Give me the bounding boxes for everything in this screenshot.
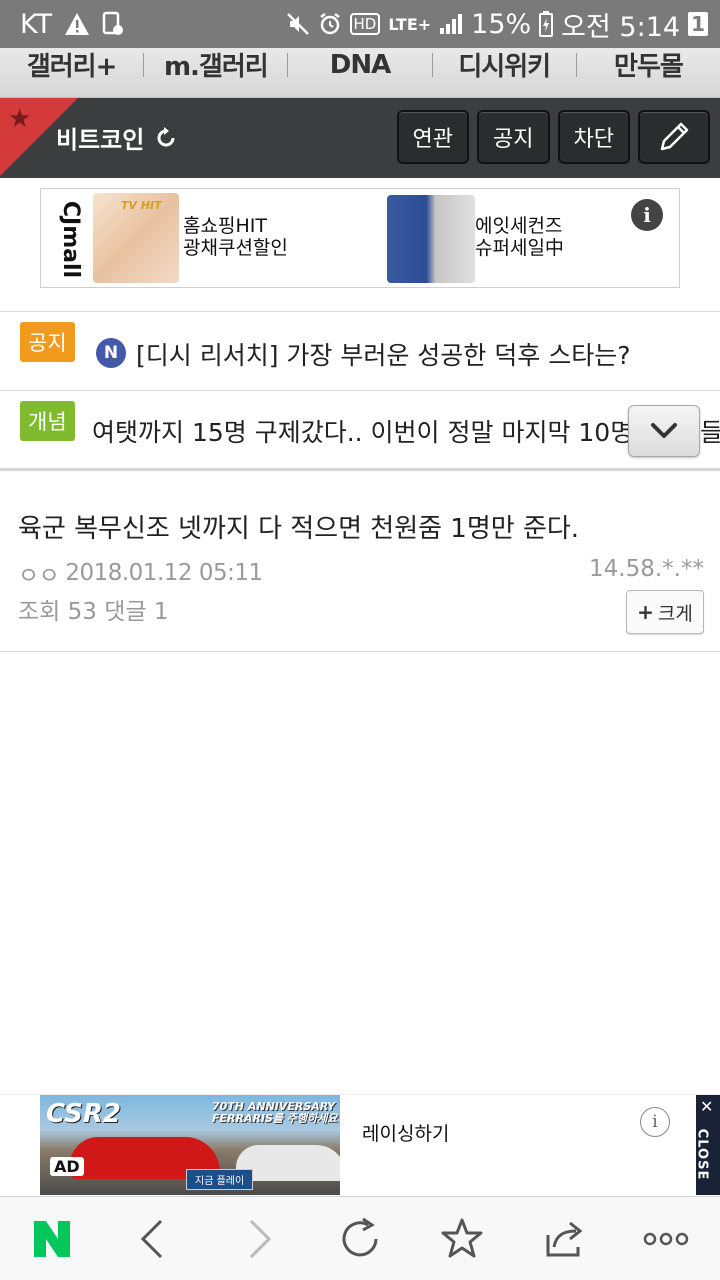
ad-info-icon[interactable]: i (631, 199, 663, 231)
forward-button[interactable] (236, 1215, 284, 1263)
notice-row[interactable]: 공지 N [디시 리서치] 가장 부러운 성공한 덕후 스타는? (0, 311, 720, 391)
nav-m-gallery[interactable]: m.갤러리 (144, 46, 287, 83)
ad-item2-text: 에잇세컨즈 슈퍼세일中 (475, 215, 564, 259)
signal-icon (439, 13, 463, 35)
block-button[interactable]: 차단 (557, 110, 630, 164)
ad-cta-text[interactable]: 레이싱하기 (362, 1119, 449, 1146)
promo-text: 70TH ANNIVERSARY FERRARIS를 주행하세요 (212, 1100, 338, 1125)
post-ip: 14.58.*.** (589, 556, 704, 582)
gallery-nav: 갤러리+ m.갤러리 DNA 디시위키 만두몰 (0, 48, 720, 98)
concept-tag: 개념 (20, 401, 75, 441)
star-outline-icon (441, 1218, 483, 1258)
network-type-label: LTE+ (388, 14, 432, 34)
gallery-actions: 연관 공지 차단 (396, 110, 710, 164)
hd-voice-icon: HD (349, 13, 381, 35)
post-meta: ㅇㅇ 2018.01.12 05:11 (18, 556, 263, 590)
zoom-label: 크게 (657, 602, 693, 625)
reload-icon (342, 1217, 378, 1257)
notice-text: [디시 리서치] 가장 부러운 성공한 덕후 스타는? (136, 341, 631, 370)
gallery-header: ★ 비트코인 연관 공지 차단 (0, 98, 720, 178)
notice-tag: 공지 (20, 322, 75, 362)
battery-icon (539, 11, 554, 37)
ad-mark: AD (50, 1157, 84, 1176)
play-now-button[interactable]: 지금 플레이 (186, 1169, 254, 1190)
naver-home-button[interactable] (28, 1215, 76, 1263)
zoom-button[interactable]: + 크게 (626, 590, 704, 634)
status-bar: KT HD LTE+ 15% 오전 5:14 1 (0, 0, 720, 48)
tv-hit-badge: TV HIT (121, 199, 162, 212)
clock: 오전 5:14 (561, 11, 681, 43)
concept-row[interactable]: 개념 여탯까지 15명 구제갔다.. 이번이 정말 마지막 10명이 들 (0, 391, 720, 471)
chevron-right-icon (249, 1219, 272, 1259)
plus-icon: + (637, 600, 654, 624)
related-button[interactable]: 연관 (396, 110, 470, 164)
game-ad-image: CSR2 70TH ANNIVERSARY FERRARIS를 주행하세요 AD… (40, 1095, 340, 1195)
concept-text-overflow: 들 (700, 413, 720, 449)
naver-logo-icon (34, 1221, 70, 1257)
gallery-title[interactable]: 비트코인 (56, 120, 178, 155)
warning-icon (64, 12, 90, 36)
nav-dna[interactable]: DNA (288, 50, 431, 80)
close-label: CLOSE (694, 1128, 710, 1181)
post-author[interactable]: ㅇㅇ (18, 556, 60, 590)
pencil-icon (660, 122, 689, 151)
ad-image-fashion (387, 195, 475, 283)
notice-button[interactable]: 공지 (477, 110, 550, 164)
star-icon[interactable]: ★ (8, 104, 31, 134)
ad-info-icon[interactable]: i (640, 1107, 670, 1137)
chevron-left-icon (140, 1219, 163, 1259)
nav-dcwiki[interactable]: 디시위키 (433, 46, 576, 83)
screenshot-icon (102, 11, 124, 37)
more-menu-button[interactable] (642, 1215, 690, 1263)
write-button[interactable] (638, 110, 710, 164)
close-icon: ✕ (700, 1097, 714, 1116)
bottom-ad-banner[interactable]: CSR2 70TH ANNIVERSARY FERRARIS를 주행하세요 AD… (0, 1094, 720, 1196)
post-stats: 조회 53 댓글 1 (18, 599, 169, 625)
cjmall-logo: CJmall (58, 200, 84, 278)
mute-icon (286, 12, 310, 36)
refresh-icon[interactable] (154, 126, 178, 150)
nav-gallery-plus[interactable]: 갤러리+ (0, 46, 143, 83)
ad-item1-text: 홈쇼핑HIT 광채쿠션할인 (183, 215, 288, 259)
share-button[interactable] (540, 1215, 588, 1263)
more-icon (643, 1232, 689, 1246)
nav-mandumall[interactable]: 만두몰 (577, 46, 720, 83)
post-header: 육군 복무신조 넷까지 다 적으면 천원줌 1명만 준다. ㅇㅇ 2018.01… (0, 474, 720, 652)
notification-count: 1 (688, 12, 708, 36)
reload-button[interactable] (336, 1215, 384, 1263)
post-title: 육군 복무신조 넷까지 다 적으면 천원줌 1명만 준다. (18, 514, 580, 544)
csr2-logo: CSR2 (46, 1099, 121, 1129)
gallery-title-label: 비트코인 (56, 126, 145, 154)
new-badge: N (96, 338, 126, 368)
expand-button[interactable] (628, 405, 700, 457)
ad-close-button[interactable]: ✕ CLOSE (694, 1095, 720, 1195)
chevron-down-icon (651, 423, 677, 438)
concept-text: 여탯까지 15명 구제갔다.. 이번이 정말 마지막 10명이 (92, 418, 657, 447)
battery-percent: 15% (471, 8, 532, 40)
bookmark-button[interactable] (438, 1215, 486, 1263)
share-icon (546, 1221, 583, 1257)
post-date: 2018.01.12 05:11 (65, 560, 263, 586)
carrier-label: KT (20, 8, 53, 40)
back-button[interactable] (128, 1215, 176, 1263)
alarm-icon (318, 12, 342, 36)
browser-toolbar (0, 1196, 720, 1280)
top-ad-banner[interactable]: CJmall TV HIT 홈쇼핑HIT 광채쿠션할인 에잇세컨즈 슈퍼세일中 … (40, 188, 680, 288)
